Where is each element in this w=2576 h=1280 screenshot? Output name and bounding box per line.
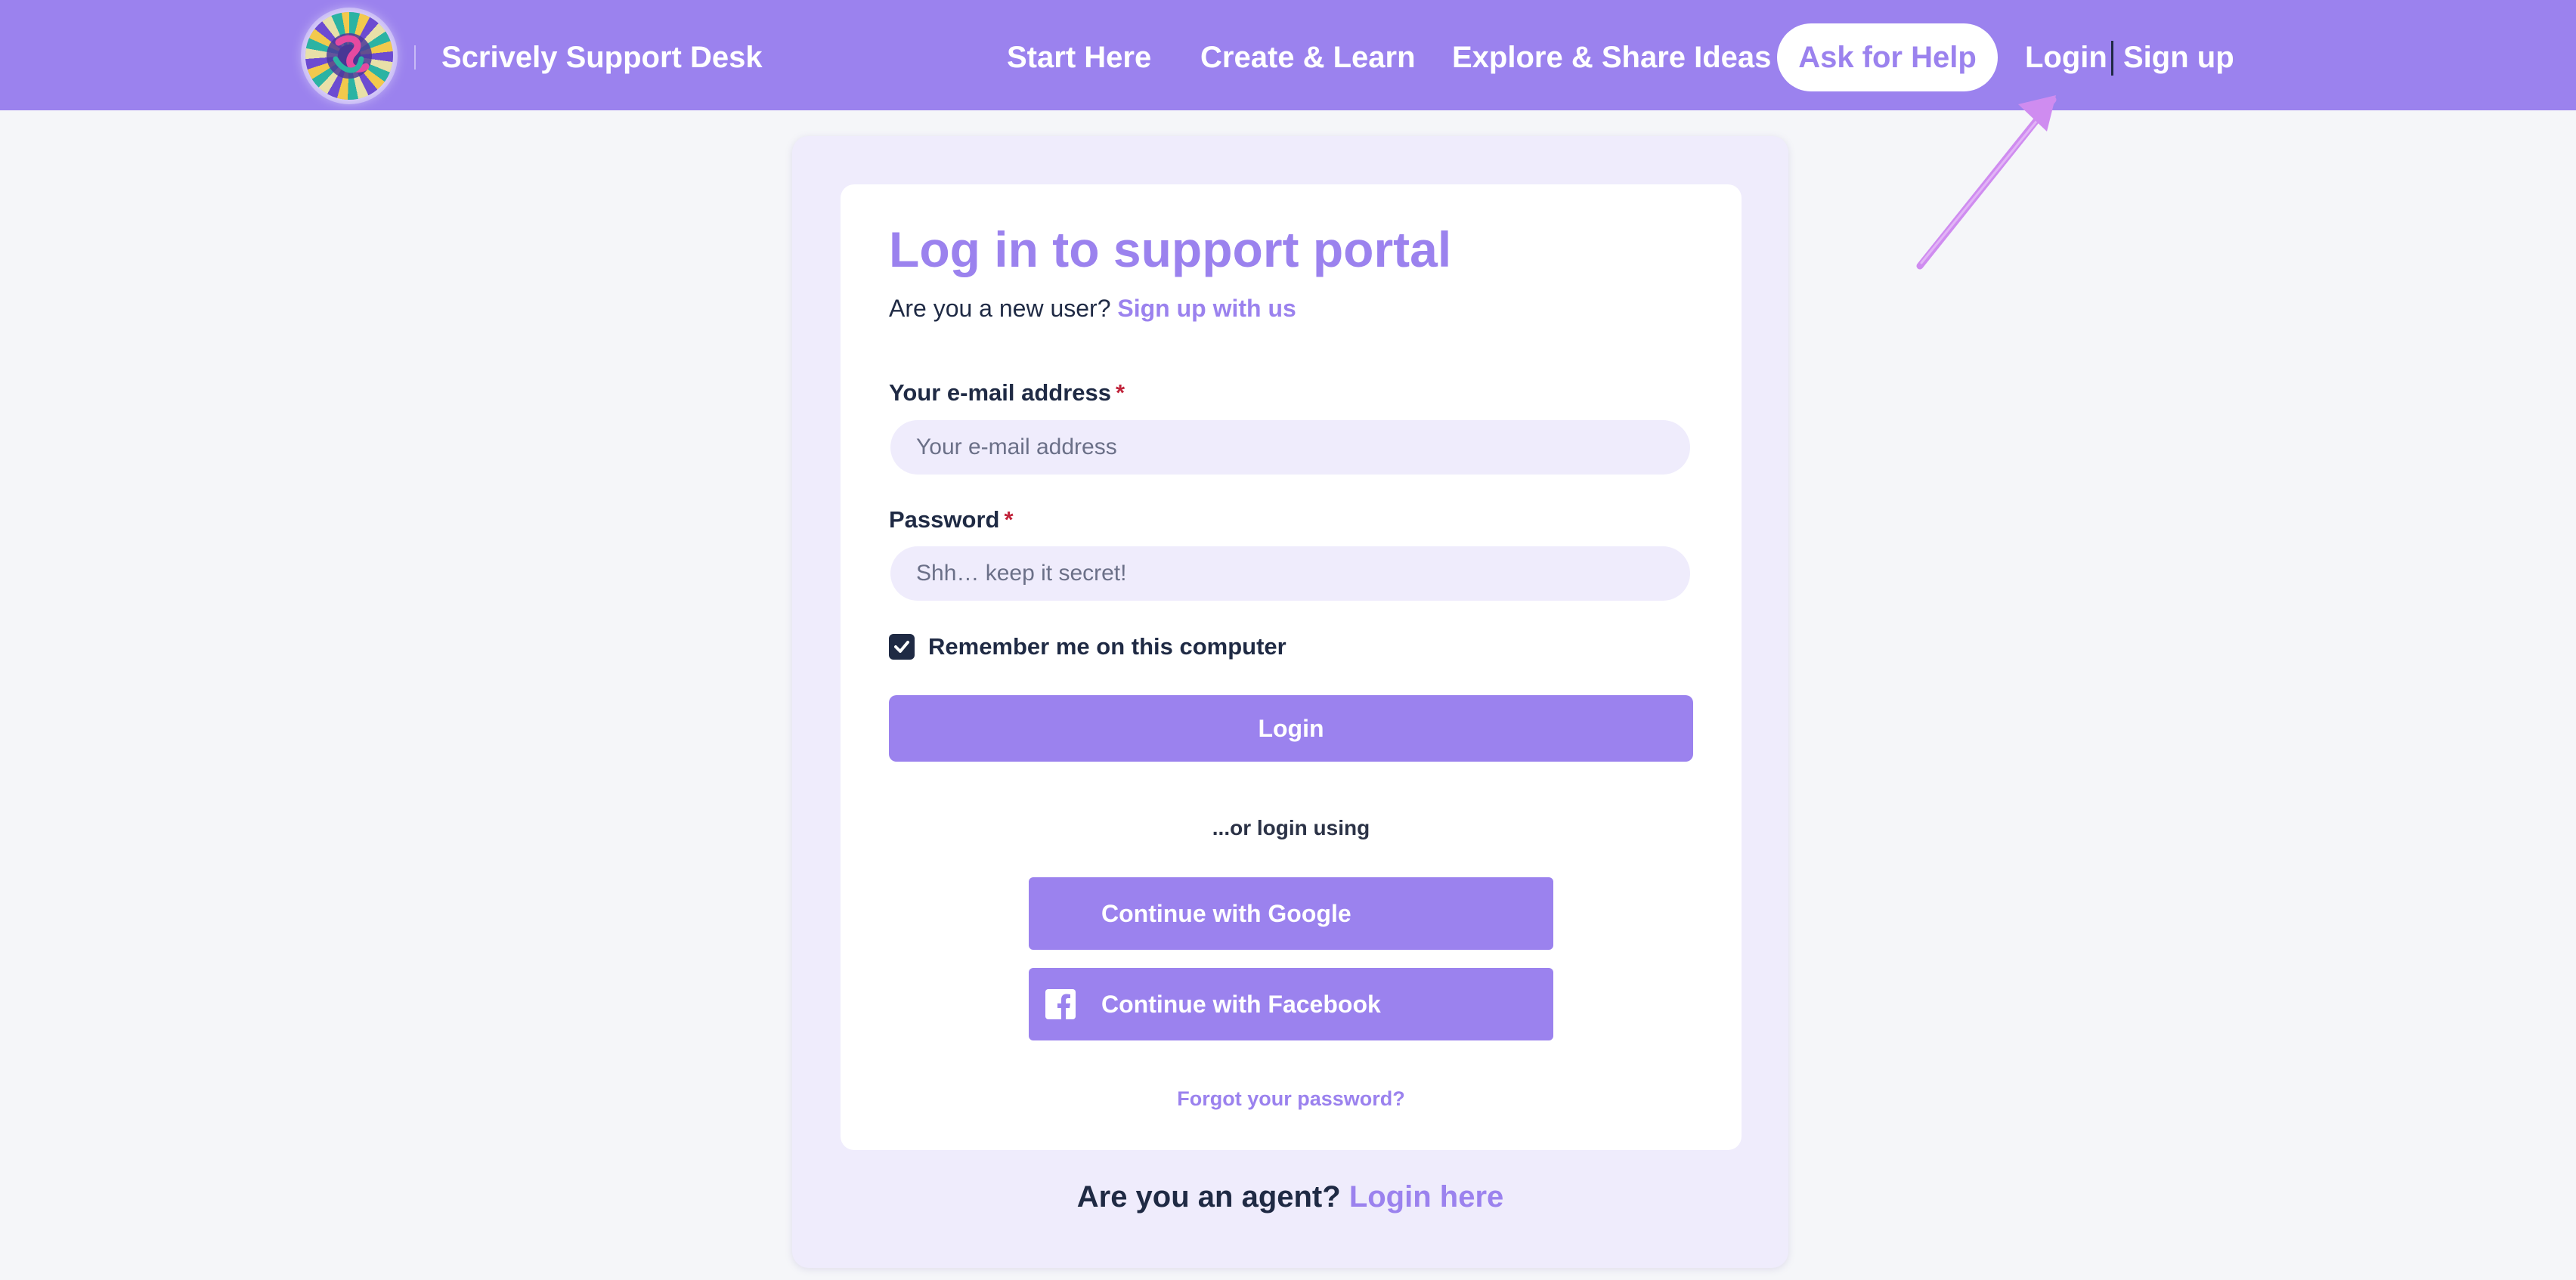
continue-with-facebook-button[interactable]: Continue with Facebook (1029, 968, 1553, 1040)
agent-prompt-text: Are you an agent? (1076, 1180, 1341, 1214)
new-user-prompt: Are you a new user? Sign up with us (889, 292, 1296, 325)
agent-login-prompt: Are you an agent? Login here (792, 1176, 1788, 1218)
facebook-icon (1045, 989, 1076, 1019)
email-label: Your e-mail address * (889, 376, 1125, 410)
email-label-text: Your e-mail address (889, 379, 1112, 406)
continue-with-google-button[interactable]: Continue with Google (1029, 877, 1553, 950)
required-mark: * (1116, 379, 1125, 406)
header-login-link[interactable]: Login (2025, 35, 2107, 80)
agent-login-here-link[interactable]: Login here (1349, 1180, 1503, 1214)
brand-name[interactable]: Scrively Support Desk (441, 35, 763, 80)
new-user-text: Are you a new user? (889, 295, 1111, 322)
header-signup-link[interactable]: Sign up (2123, 35, 2234, 80)
password-label-text: Password (889, 506, 1000, 533)
email-field[interactable] (890, 420, 1690, 475)
remember-me-label[interactable]: Remember me on this computer (928, 633, 1286, 660)
nav-start-here[interactable]: Start Here (1007, 35, 1151, 80)
brand-divider (414, 45, 416, 70)
nav-explore-share-ideas[interactable]: Explore & Share Ideas (1452, 35, 1771, 80)
login-button[interactable]: Login (889, 695, 1693, 762)
password-field[interactable] (890, 546, 1690, 601)
nav-create-learn[interactable]: Create & Learn (1200, 35, 1416, 80)
scrively-logo[interactable] (305, 12, 393, 100)
remember-me-checkbox[interactable]: Remember me on this computer (889, 630, 1286, 663)
signup-with-us-link[interactable]: Sign up with us (1117, 295, 1296, 322)
arrow-annotation (1916, 95, 2057, 270)
required-mark: * (1004, 506, 1014, 533)
page-title: Log in to support portal (889, 221, 1452, 277)
forgot-password-link[interactable]: Forgot your password? (889, 1084, 1693, 1114)
facebook-button-label: Continue with Facebook (1101, 991, 1381, 1018)
google-button-label: Continue with Google (1101, 900, 1351, 927)
password-label: Password * (889, 503, 1014, 536)
top-nav-bar: Scrively Support Desk Start Here Create … (0, 0, 2576, 110)
ask-for-help-button[interactable]: Ask for Help (1777, 23, 1998, 91)
check-icon[interactable] (889, 634, 915, 660)
login-signup-separator (2111, 41, 2113, 76)
or-login-using-text: ...or login using (1212, 816, 1370, 839)
